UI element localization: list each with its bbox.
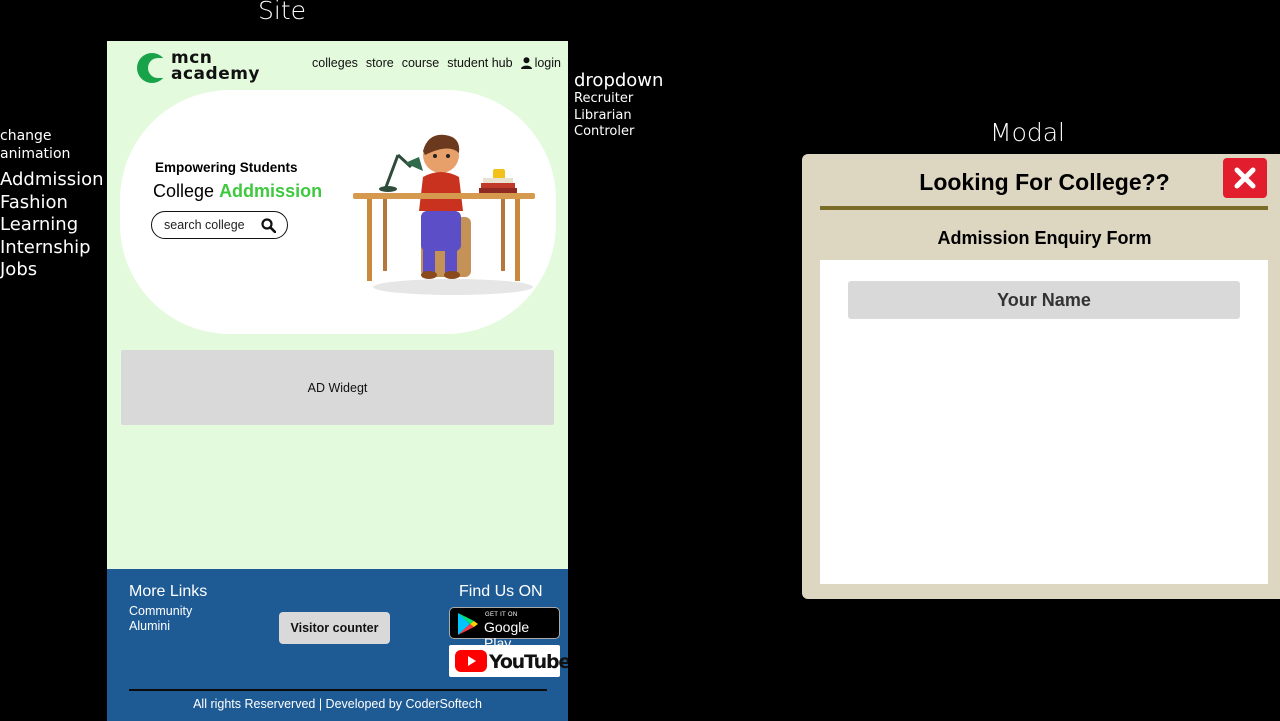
ad-widget[interactable]: AD Widegt (121, 350, 554, 425)
site-footer: More Links Community Alumini Visitor cou… (107, 569, 568, 721)
animation-annotation: change animation Addmission Fashion Lear… (0, 127, 104, 282)
enquiry-form: Your Name (820, 260, 1268, 584)
modal-frame-title: Modal (990, 118, 1065, 147)
site-mockup: mcn academy colleges store course studen… (107, 41, 568, 721)
student-desk-illustration (353, 134, 535, 295)
animation-word: Internship (0, 236, 91, 258)
enquiry-modal: Looking For College?? Admission Enquiry … (802, 154, 1280, 599)
dropdown-item: Librarian (574, 107, 632, 123)
hero-headline-prefix: College (153, 181, 215, 201)
nav-course[interactable]: course (402, 56, 440, 70)
dropdown-note: dropdown (574, 70, 664, 91)
animation-word: Jobs (0, 259, 38, 280)
logo-mark-icon (137, 53, 167, 83)
footer-links: Community Alumini (129, 604, 192, 634)
visitor-counter-button[interactable]: Visitor counter (279, 612, 390, 644)
youtube-icon (455, 650, 487, 672)
close-button[interactable] (1223, 158, 1267, 198)
modal-heading: Looking For College?? (919, 169, 1170, 195)
dropdown-item: Controler (574, 124, 635, 139)
animation-word: Addmission (0, 169, 104, 190)
animation-word-list: Addmission Fashion Learning Internship J… (0, 169, 104, 282)
hero-animated-word: Addmission (219, 181, 323, 201)
login-label: login (534, 56, 561, 70)
google-play-small: GET IT ON (485, 612, 518, 618)
animation-word: Fashion (0, 191, 68, 213)
ad-widget-label: AD Widegt (307, 380, 368, 395)
logo-text: mcn academy (171, 50, 261, 84)
search-icon[interactable] (261, 218, 276, 233)
your-name-field[interactable]: Your Name (848, 281, 1240, 319)
more-links-heading: More Links (129, 583, 208, 600)
google-play-icon (458, 613, 478, 635)
google-play-badge[interactable]: GET IT ON Google Play (449, 607, 560, 651)
footer-divider (129, 689, 547, 691)
hero-section: Empowering Students College Addmission s… (120, 90, 556, 334)
logo-word-2: academy (171, 64, 261, 84)
modal-subheading: Admission Enquiry Form (937, 228, 1152, 248)
search-placeholder: search college (164, 218, 245, 232)
nav-student-hub[interactable]: student hub (447, 56, 512, 70)
close-icon (1234, 167, 1256, 189)
navbar: mcn academy colleges store course studen… (107, 41, 568, 91)
dropdown-item: Recruiter (574, 91, 634, 106)
user-icon (520, 57, 532, 69)
site-frame-title: Site (258, 0, 306, 25)
dropdown-annotation: dropdown Recruiter Librarian Controler (574, 71, 663, 141)
mcn-academy-logo[interactable]: mcn academy (137, 50, 261, 84)
animation-word: Learning (0, 214, 79, 235)
nav-login[interactable]: login (520, 56, 561, 70)
youtube-badge[interactable]: YouTube (449, 645, 568, 677)
find-us-heading: Find Us ON (459, 583, 543, 600)
footer-copyright: All rights Reserverved | Developed by Co… (193, 697, 482, 711)
modal-divider (820, 206, 1268, 210)
hero-headline: College Addmission (153, 181, 322, 202)
change-animation-note: change animation (0, 128, 71, 162)
nav-store[interactable]: store (366, 56, 394, 70)
footer-link-community[interactable]: Community (129, 604, 192, 619)
search-college-input[interactable]: search college (151, 211, 288, 239)
nav-colleges[interactable]: colleges (312, 56, 358, 70)
footer-link-alumini[interactable]: Alumini (129, 619, 192, 634)
nav-links: colleges store course student hub login (312, 56, 561, 70)
youtube-label: YouTube (489, 651, 568, 673)
hero-kicker: Empowering Students (155, 160, 298, 175)
